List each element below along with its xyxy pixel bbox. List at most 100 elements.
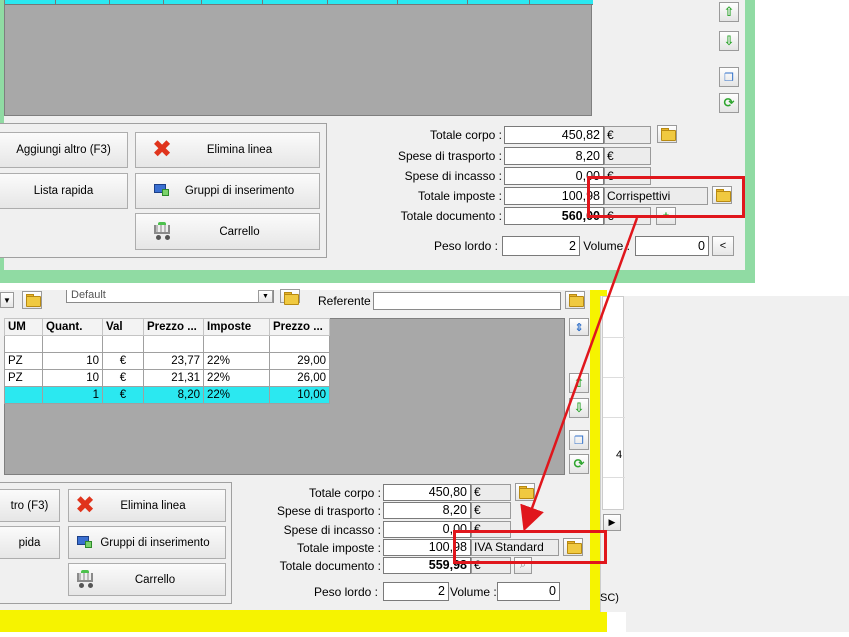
col-gross-price[interactable]: Prezzo ...: [269, 318, 330, 336]
insert-groups-button-bottom[interactable]: Gruppi di inserimento: [68, 526, 226, 559]
transport-currency: €: [604, 147, 651, 165]
copy-line-button[interactable]: ❐: [719, 67, 739, 87]
col-um[interactable]: UM: [4, 318, 43, 336]
delete-line-button[interactable]: ✖ Elimina linea: [135, 132, 320, 168]
gross-weight-label-bottom: Peso lordo :: [313, 585, 378, 599]
top-lines-grid[interactable]: [4, 0, 593, 116]
move-up-button[interactable]: ⇧: [719, 2, 739, 22]
refresh-button-bottom[interactable]: ⟳: [569, 454, 589, 474]
body-total-folder-button-bottom[interactable]: [515, 483, 535, 501]
gross-weight-field-bottom[interactable]: 2: [383, 582, 449, 601]
volume-label: Volume :: [583, 239, 630, 253]
col-net-price[interactable]: Prezzo ...: [143, 318, 204, 336]
col-currency[interactable]: Val: [102, 318, 144, 336]
move-up-button-bottom[interactable]: ⇧: [569, 373, 589, 393]
delete-x-icon: ✖: [75, 492, 96, 519]
delete-line-label: Elimina linea: [120, 499, 186, 512]
cart-label: Carrello: [134, 573, 176, 586]
chevron-down-icon: ▼: [262, 293, 269, 300]
table-row[interactable]: PZ 10 € 21,31 22% 26,00: [4, 369, 330, 387]
col-quantity[interactable]: Quant.: [42, 318, 103, 336]
toolbar-folder-button[interactable]: [22, 291, 42, 309]
referente-input[interactable]: [373, 292, 561, 310]
delete-line-button-bottom[interactable]: ✖ Elimina linea: [68, 489, 226, 522]
refresh-icon: ⟳: [573, 456, 585, 471]
toolbar-dropdown-arrow[interactable]: ▼: [0, 292, 14, 308]
body-total-field-bottom: 450,80: [383, 484, 471, 501]
body-total-field: 450,82: [504, 126, 604, 144]
copy-line-button-bottom[interactable]: ❐: [569, 430, 589, 450]
arrow-up-icon: ⇧: [723, 4, 735, 19]
cart-icon: [75, 570, 97, 588]
cart-button[interactable]: Carrello: [135, 213, 320, 250]
table-header-row: UM Quant. Val Prezzo ... Imposte Prezzo …: [4, 318, 330, 336]
highlight-bottom-tax-regime: [453, 530, 607, 564]
quick-list-button[interactable]: Lista rapida: [0, 173, 128, 209]
move-down-button[interactable]: ⇩: [719, 31, 739, 51]
arrow-down-icon: ⇩: [723, 33, 735, 48]
scroll-sort-button[interactable]: ⇕: [569, 318, 589, 336]
transport-field[interactable]: 8,20: [504, 147, 604, 165]
body-total-currency: €: [604, 126, 651, 144]
lines-table[interactable]: UM Quant. Val Prezzo ... Imposte Prezzo …: [4, 318, 330, 404]
gross-weight-label: Peso lordo :: [433, 239, 498, 253]
right-strip-fragment: SC): [600, 592, 619, 604]
delete-line-label: Elimina linea: [206, 144, 273, 156]
volume-field[interactable]: 0: [635, 236, 709, 256]
table-row[interactable]: PZ 10 € 23,77 22% 29,00: [4, 352, 330, 370]
col-taxes[interactable]: Imposte: [203, 318, 270, 336]
highlight-top-tax-regime: [587, 176, 745, 218]
add-other-button-bottom[interactable]: tro (F3): [0, 489, 60, 522]
insert-groups-label: Gruppi di inserimento: [100, 536, 210, 549]
cart-label: Carrello: [219, 225, 260, 238]
transport-field-bottom[interactable]: 8,20: [383, 502, 471, 519]
right-strip-digit: 4: [616, 449, 623, 461]
add-other-label: Aggiungi altro (F3): [16, 144, 111, 156]
sort-arrows-icon: ⇕: [574, 321, 584, 334]
quick-list-label: Lista rapida: [33, 185, 94, 197]
move-down-button-bottom[interactable]: ⇩: [569, 398, 589, 418]
add-other-button[interactable]: Aggiungi altro (F3): [0, 132, 128, 168]
body-total-label: Totale corpo :: [429, 128, 502, 142]
body-total-currency-bottom: €: [471, 484, 511, 501]
scroll-right-button[interactable]: ▶: [603, 514, 621, 531]
table-row-empty[interactable]: [4, 335, 330, 353]
document-total-label: Totale documento :: [400, 209, 502, 223]
transport-label-bottom: Spese di trasporto :: [276, 504, 381, 518]
body-total-folder-button[interactable]: [657, 125, 677, 143]
chevron-down-icon: ▼: [3, 295, 11, 305]
taxes-total-label-bottom: Totale imposte :: [296, 541, 381, 555]
add-other-label: tro (F3): [10, 499, 49, 512]
arrow-down-icon: ⇩: [573, 400, 585, 415]
profile-select[interactable]: Default: [66, 290, 274, 303]
cart-button-bottom[interactable]: Carrello: [68, 563, 226, 596]
right-empty-panel: [626, 296, 849, 632]
profile-folder-button[interactable]: [280, 289, 300, 305]
volume-label-bottom: Volume :: [450, 585, 497, 599]
collapse-button[interactable]: <: [712, 236, 734, 256]
copy-icon: ❐: [724, 71, 734, 84]
referente-label: Referente: [318, 294, 371, 308]
gross-weight-field[interactable]: 2: [502, 236, 580, 256]
quick-list-label: pida: [18, 536, 41, 549]
volume-field-bottom[interactable]: 0: [497, 582, 560, 601]
arrow-up-icon: ⇧: [573, 375, 585, 390]
triangle-right-icon: ▶: [608, 517, 616, 527]
referente-folder-button[interactable]: [565, 291, 585, 309]
insert-groups-label: Gruppi di inserimento: [184, 185, 295, 197]
profile-select-value: Default: [71, 290, 106, 301]
refresh-button[interactable]: ⟳: [719, 93, 739, 113]
profile-select-arrow[interactable]: ▼: [258, 290, 273, 303]
groups-icon: [77, 536, 95, 550]
body-total-label-bottom: Totale corpo :: [308, 486, 381, 500]
transport-label: Spese di trasporto :: [397, 149, 502, 163]
collection-label: Spese di incasso :: [404, 169, 502, 183]
cart-icon: [152, 222, 174, 240]
transport-currency-bottom: €: [471, 502, 511, 519]
table-row-selected[interactable]: 1 € 8,20 22% 10,00: [4, 386, 330, 404]
insert-groups-button[interactable]: Gruppi di inserimento: [135, 173, 320, 209]
top-selected-row[interactable]: [5, 0, 593, 5]
quick-list-button-bottom[interactable]: pida: [0, 526, 60, 559]
document-total-label-bottom: Totale documento :: [279, 559, 381, 573]
copy-icon: ❐: [574, 434, 584, 447]
